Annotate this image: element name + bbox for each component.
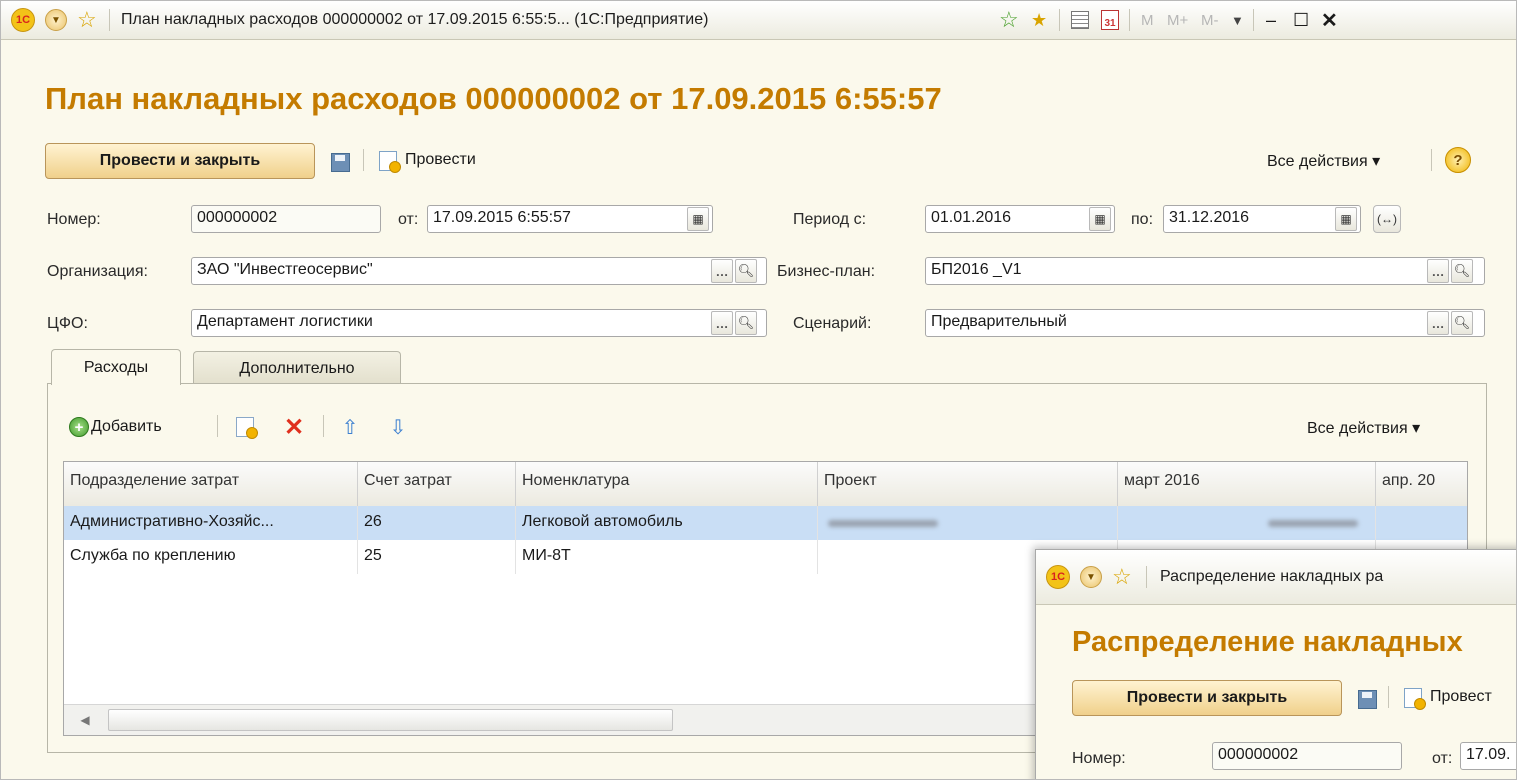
second-window-title: Распределение накладных ра [1160,568,1384,585]
scroll-left-icon[interactable]: ◀ [70,709,100,731]
business-plan-open-icon[interactable]: 🔍︎ [1451,259,1473,283]
app-menu-1c-icon[interactable]: 1C [11,1,35,39]
date-label: от: [398,211,419,228]
column-header[interactable]: Счет затрат [358,462,516,506]
scenario-field[interactable]: Предварительный [925,309,1485,337]
table-cell[interactable] [1376,506,1467,540]
second-number-label: Номер: [1072,750,1126,767]
date-calendar-icon[interactable]: ▦ [687,207,709,231]
date-field[interactable]: 17.09.2015 6:55:57 [427,205,713,233]
app-menu-1c-icon[interactable]: 1C [1046,550,1070,604]
post-button[interactable]: Провести [405,151,476,169]
period-to-field[interactable]: 31.12.2016 [1163,205,1361,233]
column-header[interactable]: март 2016 [1118,462,1376,506]
second-number-field[interactable]: 000000002 [1212,742,1402,770]
period-to-label: по: [1131,211,1154,228]
second-page-title: Распределение накладных [1072,626,1463,658]
period-from-label: Период с: [793,211,867,228]
move-up-icon[interactable]: ⇧ [337,413,363,441]
page-title: План накладных расходов 000000002 от 17.… [45,81,942,116]
more-dropdown-icon[interactable]: ▼ [1231,1,1244,39]
second-post-button[interactable]: Провест [1430,688,1492,706]
close-icon[interactable]: ✕ [1321,1,1338,39]
main-window: 1C ▼ ☆ План накладных расходов 000000002… [0,0,1517,780]
scenario-open-icon[interactable]: 🔍︎ [1451,311,1473,335]
table-cell[interactable] [1118,506,1376,540]
organization-choose-icon[interactable]: … [711,259,733,283]
cfo-field[interactable]: Департамент логистики [191,309,767,337]
organization-field[interactable]: ЗАО "Инвестгеосервис" [191,257,767,285]
calculator-icon[interactable] [1071,1,1089,39]
second-date-label: от: [1432,750,1453,767]
column-header[interactable]: Подразделение затрат [64,462,358,506]
add-icon[interactable]: + [69,417,89,437]
second-date-field[interactable]: 17.09. [1460,742,1516,770]
table-cell[interactable]: 26 [358,506,516,540]
delete-row-icon[interactable]: ✕ [281,413,307,441]
save-icon[interactable] [329,151,351,173]
period-select-icon[interactable]: (↔) [1373,205,1401,233]
business-plan-field[interactable]: БП2016 _V1 [925,257,1485,285]
scenario-choose-icon[interactable]: … [1427,311,1449,335]
move-down-icon[interactable]: ⇩ [385,413,411,441]
main-menu-dropdown-icon[interactable]: ▼ [45,1,67,39]
column-header[interactable]: апр. 20 [1376,462,1467,506]
favorites-star-icon[interactable]: ☆ [1112,550,1132,604]
add-row-button[interactable]: Добавить [91,418,162,436]
scrollbar-thumb[interactable] [108,709,673,731]
cfo-choose-icon[interactable]: … [711,311,733,335]
table-header: Подразделение затрат Счет затрат Номенкл… [64,462,1467,507]
organization-label: Организация: [47,263,148,280]
second-post-doc-icon[interactable] [1402,686,1426,710]
period-from-field[interactable]: 01.01.2016 [925,205,1115,233]
minimize-icon[interactable]: – [1266,1,1276,39]
business-plan-label: Бизнес-план: [777,263,876,280]
second-window[interactable]: 1C ▼ ☆ Распределение накладных ра Распре… [1035,549,1516,779]
table-all-actions-menu[interactable]: Все действия ▾ [1307,418,1420,438]
column-header[interactable]: Номенклатура [516,462,818,506]
period-from-calendar-icon[interactable]: ▦ [1089,207,1111,231]
post-and-close-button[interactable]: Провести и закрыть [45,143,315,179]
main-menu-dropdown-icon[interactable]: ▼ [1080,550,1102,604]
tab-expenses[interactable]: Расходы [51,349,181,385]
memory-plus-button[interactable]: M+ [1167,12,1188,29]
table-cell[interactable]: Административно-Хозяйс... [64,506,358,540]
memory-minus-button[interactable]: M- [1201,12,1219,29]
cfo-label: ЦФО: [47,315,88,332]
post-doc-icon[interactable] [377,149,401,173]
second-title-bar: 1C ▼ ☆ Распределение накладных ра [1036,550,1516,605]
organization-open-icon[interactable]: 🔍︎ [735,259,757,283]
calendar-icon[interactable]: 31 [1101,1,1119,39]
title-bar: 1C ▼ ☆ План накладных расходов 000000002… [1,1,1516,40]
cfo-open-icon[interactable]: 🔍︎ [735,311,757,335]
all-actions-menu[interactable]: Все действия ▾ [1267,151,1380,171]
tab-additional[interactable]: Дополнительно [193,351,401,385]
favorites-star-icon[interactable]: ☆ [77,1,97,39]
table-cell[interactable]: Служба по креплению [64,540,358,574]
maximize-icon[interactable]: ☐ [1293,1,1309,39]
table-cell[interactable]: МИ-8Т [516,540,818,574]
table-cell[interactable] [818,506,1118,540]
table-row[interactable]: Административно-Хозяйс... 26 Легковой ав… [64,506,1467,540]
second-post-and-close-button[interactable]: Провести и закрыть [1072,680,1342,716]
number-field[interactable]: 000000002 [191,205,381,233]
business-plan-choose-icon[interactable]: … [1427,259,1449,283]
favorites-list-icon[interactable]: ★ [1031,1,1047,39]
memory-m-button[interactable]: M [1141,12,1154,29]
help-icon[interactable]: ? [1445,147,1471,173]
period-to-calendar-icon[interactable]: ▦ [1335,207,1357,231]
window-title: План накладных расходов 000000002 от 17.… [121,11,709,28]
copy-row-icon[interactable] [233,415,258,439]
table-cell[interactable]: Легковой автомобиль [516,506,818,540]
column-header[interactable]: Проект [818,462,1118,506]
second-save-icon[interactable] [1356,688,1378,710]
scenario-label: Сценарий: [793,315,872,332]
add-to-favorites-icon[interactable]: ☆ [999,1,1019,39]
number-label: Номер: [47,211,101,228]
table-cell[interactable]: 25 [358,540,516,574]
